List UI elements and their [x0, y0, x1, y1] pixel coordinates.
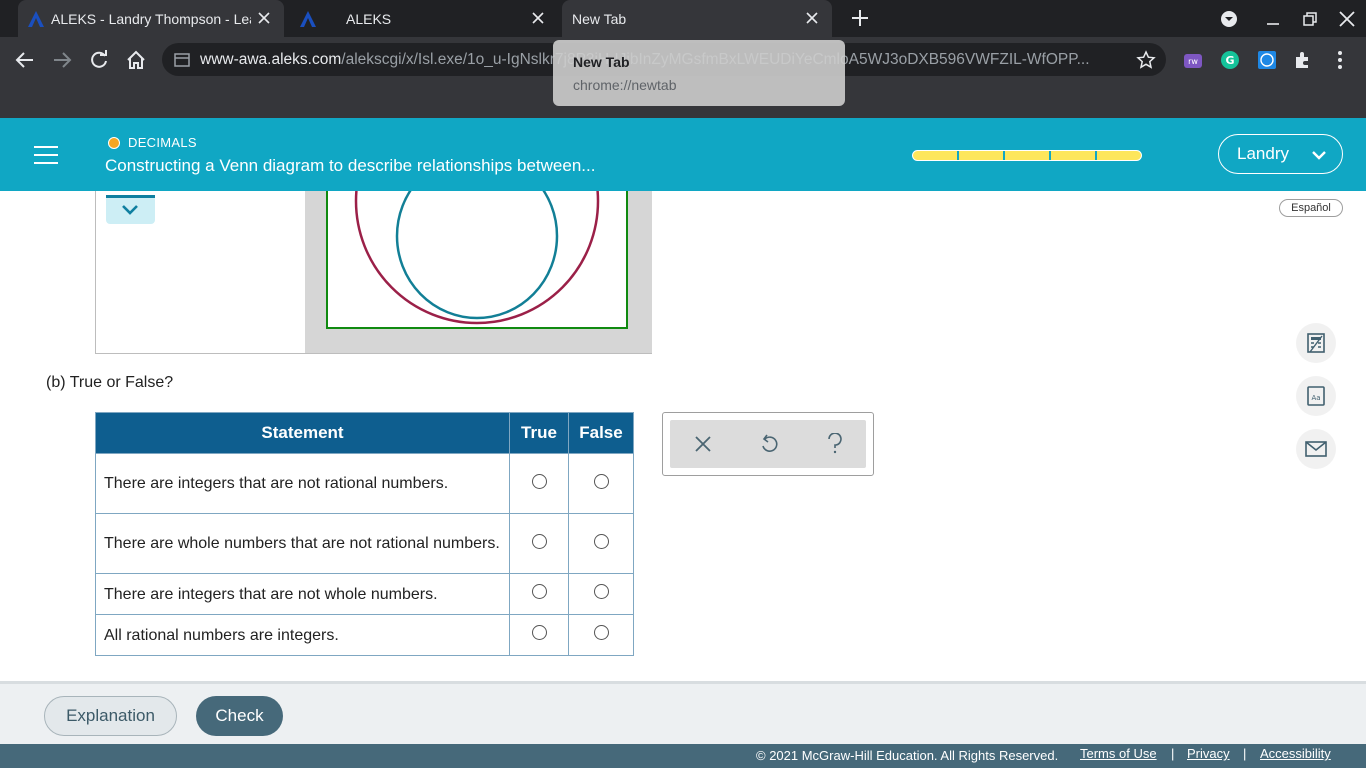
- true-cell: [509, 513, 569, 574]
- undo-icon[interactable]: [755, 430, 783, 458]
- topic-status-dot: [108, 137, 120, 149]
- privacy-link[interactable]: Privacy: [1187, 746, 1230, 761]
- help-icon[interactable]: [821, 430, 849, 458]
- false-cell: [568, 614, 634, 656]
- forward-arrow-icon[interactable]: [51, 49, 73, 71]
- new-tab-plus-icon[interactable]: [850, 8, 870, 28]
- browser-tab-new-tab[interactable]: New Tab: [562, 0, 832, 37]
- statement-text: There are whole numbers that are not rat…: [95, 513, 510, 574]
- answer-toolbox-inner: [670, 420, 866, 468]
- tooltip-url: chrome://newtab: [573, 77, 677, 93]
- tooltip-title: New Tab: [573, 54, 630, 70]
- mail-icon[interactable]: [1296, 429, 1336, 469]
- statement-text: All rational numbers are integers.: [95, 614, 510, 656]
- explanation-button[interactable]: Explanation: [44, 696, 177, 736]
- topic-title: Constructing a Venn diagram to describe …: [105, 156, 596, 175]
- tab-title: New Tab: [572, 10, 627, 27]
- restore-icon[interactable]: [1300, 9, 1320, 29]
- progress-bar: [912, 150, 1142, 161]
- false-cell: [568, 513, 634, 574]
- venn-workspace: [95, 77, 652, 354]
- true-radio[interactable]: [531, 473, 547, 489]
- close-tab-icon[interactable]: [530, 10, 546, 26]
- aleks-favicon-icon: [28, 11, 44, 27]
- extension-puzzle-purple-icon[interactable]: rw: [1182, 49, 1204, 71]
- set-dropdown[interactable]: [106, 195, 155, 224]
- tab-hover-tooltip: New Tab chrome://newtab: [553, 40, 845, 106]
- false-cell: [568, 453, 634, 514]
- aleks-header: DECIMALS Constructing a Venn diagram to …: [0, 118, 1366, 191]
- true-header: True: [509, 412, 569, 454]
- check-button[interactable]: Check: [196, 696, 283, 736]
- answer-toolbox: [662, 412, 874, 476]
- false-header: False: [568, 412, 634, 454]
- false-radio[interactable]: [593, 473, 609, 489]
- extensions-puzzle-icon[interactable]: [1292, 49, 1314, 71]
- true-false-table: Statement True False There are integers …: [95, 412, 634, 656]
- bookmark-star-icon[interactable]: [1136, 50, 1156, 70]
- close-tab-icon[interactable]: [256, 10, 272, 26]
- dictionary-icon[interactable]: Aa: [1296, 376, 1336, 416]
- extension-globe-icon[interactable]: [1256, 49, 1278, 71]
- statement-header: Statement: [95, 412, 510, 454]
- svg-text:rw: rw: [1188, 57, 1198, 66]
- grammarly-icon[interactable]: G: [1219, 49, 1241, 71]
- accessibility-link[interactable]: Accessibility: [1260, 746, 1331, 761]
- home-icon[interactable]: [125, 49, 147, 71]
- tab-title: ALEKS: [346, 10, 392, 27]
- copyright-footer: © 2021 McGraw-Hill Education. All Rights…: [0, 744, 1366, 768]
- table-row: There are whole numbers that are not rat…: [95, 513, 634, 574]
- browser-tabstrip: ALEKS - Landry Thompson - Lear ALEKS New…: [0, 0, 1366, 37]
- aleks-favicon-icon: [300, 11, 316, 27]
- footer-separator: |: [1171, 746, 1175, 761]
- reload-icon[interactable]: [88, 49, 110, 71]
- chevron-down-icon: [122, 205, 138, 215]
- false-cell: [568, 573, 634, 615]
- table-row: All rational numbers are integers.: [95, 614, 634, 656]
- back-arrow-icon[interactable]: [14, 49, 36, 71]
- svg-text:Aa: Aa: [1311, 394, 1320, 402]
- browser-tab-aleks-landry[interactable]: ALEKS - Landry Thompson - Lear: [18, 0, 284, 37]
- chevron-down-icon: [1312, 151, 1326, 160]
- calculator-icon[interactable]: [1296, 323, 1336, 363]
- venn-diagram-area: [305, 77, 652, 353]
- false-radio[interactable]: [593, 584, 609, 599]
- true-cell: [509, 453, 569, 514]
- terms-of-use-link[interactable]: Terms of Use: [1080, 746, 1157, 761]
- tab-title: ALEKS - Landry Thompson - Lear: [51, 10, 251, 27]
- true-cell: [509, 614, 569, 656]
- false-radio[interactable]: [593, 533, 609, 549]
- user-name: Landry: [1237, 144, 1289, 163]
- minimize-icon[interactable]: [1263, 9, 1283, 29]
- false-radio[interactable]: [593, 625, 609, 640]
- browser-tab-aleks[interactable]: ALEKS: [290, 0, 558, 37]
- problem-content: Español Aa (b) True or False? Statement …: [0, 77, 1366, 681]
- venn-diagram: [326, 77, 628, 329]
- site-info-icon[interactable]: [174, 52, 190, 68]
- close-window-icon[interactable]: [1337, 9, 1357, 29]
- statement-text: There are integers that are not rational…: [95, 453, 510, 514]
- true-cell: [509, 573, 569, 615]
- svg-text:G: G: [1225, 54, 1234, 67]
- copyright-text: © 2021 McGraw-Hill Education. All Rights…: [756, 748, 1059, 763]
- true-radio[interactable]: [531, 533, 547, 549]
- statement-text: There are integers that are not whole nu…: [95, 573, 510, 615]
- table-row: There are integers that are not whole nu…: [95, 573, 634, 615]
- close-icon[interactable]: [689, 430, 717, 458]
- hamburger-menu-icon[interactable]: [22, 135, 70, 175]
- topic-label: DECIMALS: [128, 135, 197, 150]
- user-menu-button[interactable]: Landry: [1218, 134, 1343, 174]
- part-b-label: (b) True or False?: [46, 374, 174, 391]
- profile-dropdown-icon[interactable]: [1219, 9, 1239, 29]
- true-radio[interactable]: [531, 584, 547, 599]
- espanol-toggle[interactable]: Español: [1279, 199, 1343, 217]
- menu-kebab-icon[interactable]: [1329, 49, 1351, 71]
- table-row: There are integers that are not rational…: [95, 453, 634, 514]
- footer-separator: |: [1243, 746, 1247, 761]
- close-tab-icon[interactable]: [804, 10, 820, 26]
- action-footer: Explanation Check: [0, 681, 1366, 744]
- true-radio[interactable]: [531, 625, 547, 640]
